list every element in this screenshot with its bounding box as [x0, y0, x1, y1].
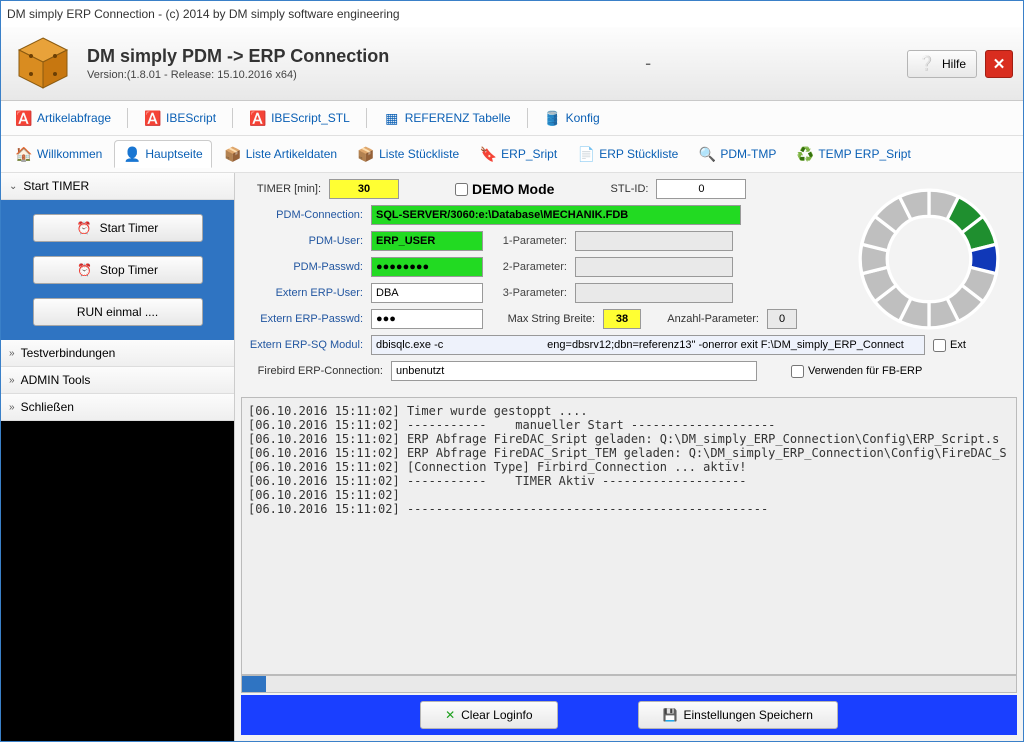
clock-icon: ⏰ [77, 221, 92, 235]
log-hscrollbar[interactable] [241, 675, 1017, 693]
pdm-pw-label: PDM-Passwd: [243, 261, 363, 273]
tab-hauptseite[interactable]: 👤Hauptseite [114, 140, 211, 168]
doc-icon: 📄 [577, 145, 595, 163]
stop-timer-button[interactable]: ⏰Stop Timer [33, 256, 203, 284]
recycle-icon: ♻️ [796, 145, 814, 163]
pdm-pw-input[interactable] [371, 257, 483, 277]
app-logo [11, 32, 75, 96]
clear-log-button[interactable]: ✕Clear Loginfo [420, 701, 557, 729]
pdm-conn-label: PDM-Connection: [243, 209, 363, 221]
bookmark-icon: 🔖 [479, 145, 497, 163]
tab-liste-stueck[interactable]: 📦Liste Stückliste [349, 141, 467, 167]
tb-konfig[interactable]: 🛢️Konfig [536, 105, 608, 131]
stl-id-label: STL-ID: [600, 183, 648, 195]
clear-icon: ✕ [445, 708, 455, 722]
user-icon: 👤 [123, 145, 141, 163]
help-icon: ❔ [918, 55, 936, 73]
fb-conn-input[interactable] [391, 361, 757, 381]
p2-input[interactable] [575, 257, 733, 277]
home-icon: 🏠 [15, 145, 33, 163]
tb-ibescript[interactable]: 🅰️IBEScript [136, 105, 224, 131]
list-icon: 📦 [224, 145, 242, 163]
window-title: DM simply ERP Connection - (c) 2014 by D… [7, 7, 400, 21]
timer-label: TIMER [min]: [243, 183, 321, 195]
tab-willkommen[interactable]: 🏠Willkommen [7, 141, 110, 167]
article-icon: 🅰️ [15, 109, 33, 127]
section-schliessen[interactable]: »Schließen [1, 394, 234, 421]
tab-liste-artikel[interactable]: 📦Liste Artikeldaten [216, 141, 345, 167]
section-start-timer-body: ⏰Start Timer ⏰Stop Timer RUN einmal .... [1, 200, 234, 340]
log-output[interactable]: [06.10.2016 15:11:02] Timer wurde gestop… [241, 397, 1017, 675]
clock-icon: ⏰ [77, 263, 92, 277]
fb-conn-label: Firebird ERP-Connection: [243, 365, 383, 377]
chevron-right-icon: » [9, 348, 15, 359]
help-button[interactable]: ❔ Hilfe [907, 50, 977, 78]
section-admin-tools[interactable]: »ADMIN Tools [1, 367, 234, 394]
section-start-timer[interactable]: ⌄Start TIMER [1, 173, 234, 200]
timer-input[interactable] [329, 179, 399, 199]
tb-ibescript-stl[interactable]: 🅰️IBEScript_STL [241, 105, 358, 131]
erp-user-label: Extern ERP-User: [243, 287, 363, 299]
sq-input[interactable] [371, 335, 925, 355]
anz-input[interactable] [767, 309, 797, 329]
p2-label: 2-Parameter: [491, 261, 567, 273]
table-icon: ▦ [383, 109, 401, 127]
tb-referenz[interactable]: ▦REFERENZ Tabelle [375, 105, 519, 131]
sq-label: Extern ERP-SQ Modul: [243, 339, 363, 351]
maxstr-label: Max String Breite: [491, 313, 595, 325]
tab-erp-script[interactable]: 🔖ERP_Sript [471, 141, 565, 167]
p3-label: 3-Parameter: [491, 287, 567, 299]
list-icon: 📦 [357, 145, 375, 163]
maxstr-input[interactable] [603, 309, 641, 329]
version-label: Version:(1.8.01 - Release: 15.10.2016 x6… [87, 69, 389, 81]
header-dash: - [389, 53, 907, 74]
p1-input[interactable] [575, 231, 733, 251]
pdm-user-label: PDM-User: [243, 235, 363, 247]
script-icon: 🅰️ [249, 109, 267, 127]
header: DM simply PDM -> ERP Connection Version:… [1, 27, 1023, 101]
sidebar: ⌄Start TIMER ⏰Start Timer ⏰Stop Timer RU… [1, 173, 235, 741]
main-panel: TIMER [min]: DEMO Mode STL-ID: PDM-Conne… [235, 173, 1023, 741]
erp-pw-input[interactable] [371, 309, 483, 329]
pdm-user-input[interactable] [371, 231, 483, 251]
tab-pdm-tmp[interactable]: 🔍PDM-TMP [690, 141, 784, 167]
search-icon: 🔍 [698, 145, 716, 163]
script-icon: 🅰️ [144, 109, 162, 127]
anz-label: Anzahl-Parameter: [649, 313, 759, 325]
use-fb-checkbox[interactable]: Verwenden für FB-ERP [791, 365, 922, 378]
progress-donut-icon [847, 177, 1011, 341]
erp-user-input[interactable] [371, 283, 483, 303]
form-area: TIMER [min]: DEMO Mode STL-ID: PDM-Conne… [235, 173, 1023, 393]
footer-bar: ✕Clear Loginfo 💾Einstellungen Speichern [241, 695, 1017, 735]
demo-mode-checkbox[interactable]: DEMO Mode [455, 181, 554, 197]
config-icon: 🛢️ [544, 109, 562, 127]
chevron-right-icon: » [9, 375, 15, 386]
close-button[interactable]: ✕ [985, 50, 1013, 78]
window-titlebar: DM simply ERP Connection - (c) 2014 by D… [1, 1, 1023, 27]
help-label: Hilfe [942, 57, 966, 71]
p3-input[interactable] [575, 283, 733, 303]
section-testverbindungen[interactable]: »Testverbindungen [1, 340, 234, 367]
p1-label: 1-Parameter: [491, 235, 567, 247]
pdm-conn-input[interactable] [371, 205, 741, 225]
erp-pw-label: Extern ERP-Passwd: [243, 313, 363, 325]
save-settings-button[interactable]: 💾Einstellungen Speichern [638, 701, 838, 729]
run-once-button[interactable]: RUN einmal .... [33, 298, 203, 326]
toolbar-primary: 🅰️Artikelabfrage 🅰️IBEScript 🅰️IBEScript… [1, 101, 1023, 136]
save-icon: 💾 [663, 708, 678, 722]
tab-bar: 🏠Willkommen 👤Hauptseite 📦Liste Artikelda… [1, 136, 1023, 173]
close-icon: ✕ [993, 55, 1006, 73]
start-timer-button[interactable]: ⏰Start Timer [33, 214, 203, 242]
page-title: DM simply PDM -> ERP Connection [87, 46, 389, 67]
chevron-down-icon: ⌄ [9, 181, 17, 192]
tab-erp-stueck[interactable]: 📄ERP Stückliste [569, 141, 686, 167]
tab-temp-erp[interactable]: ♻️TEMP ERP_Sript [788, 141, 918, 167]
chevron-right-icon: » [9, 402, 15, 413]
sidebar-preview [1, 421, 234, 741]
scrollbar-thumb[interactable] [242, 676, 266, 692]
cube-icon [13, 34, 73, 94]
stl-id-input[interactable] [656, 179, 746, 199]
tb-artikelabfrage[interactable]: 🅰️Artikelabfrage [7, 105, 119, 131]
